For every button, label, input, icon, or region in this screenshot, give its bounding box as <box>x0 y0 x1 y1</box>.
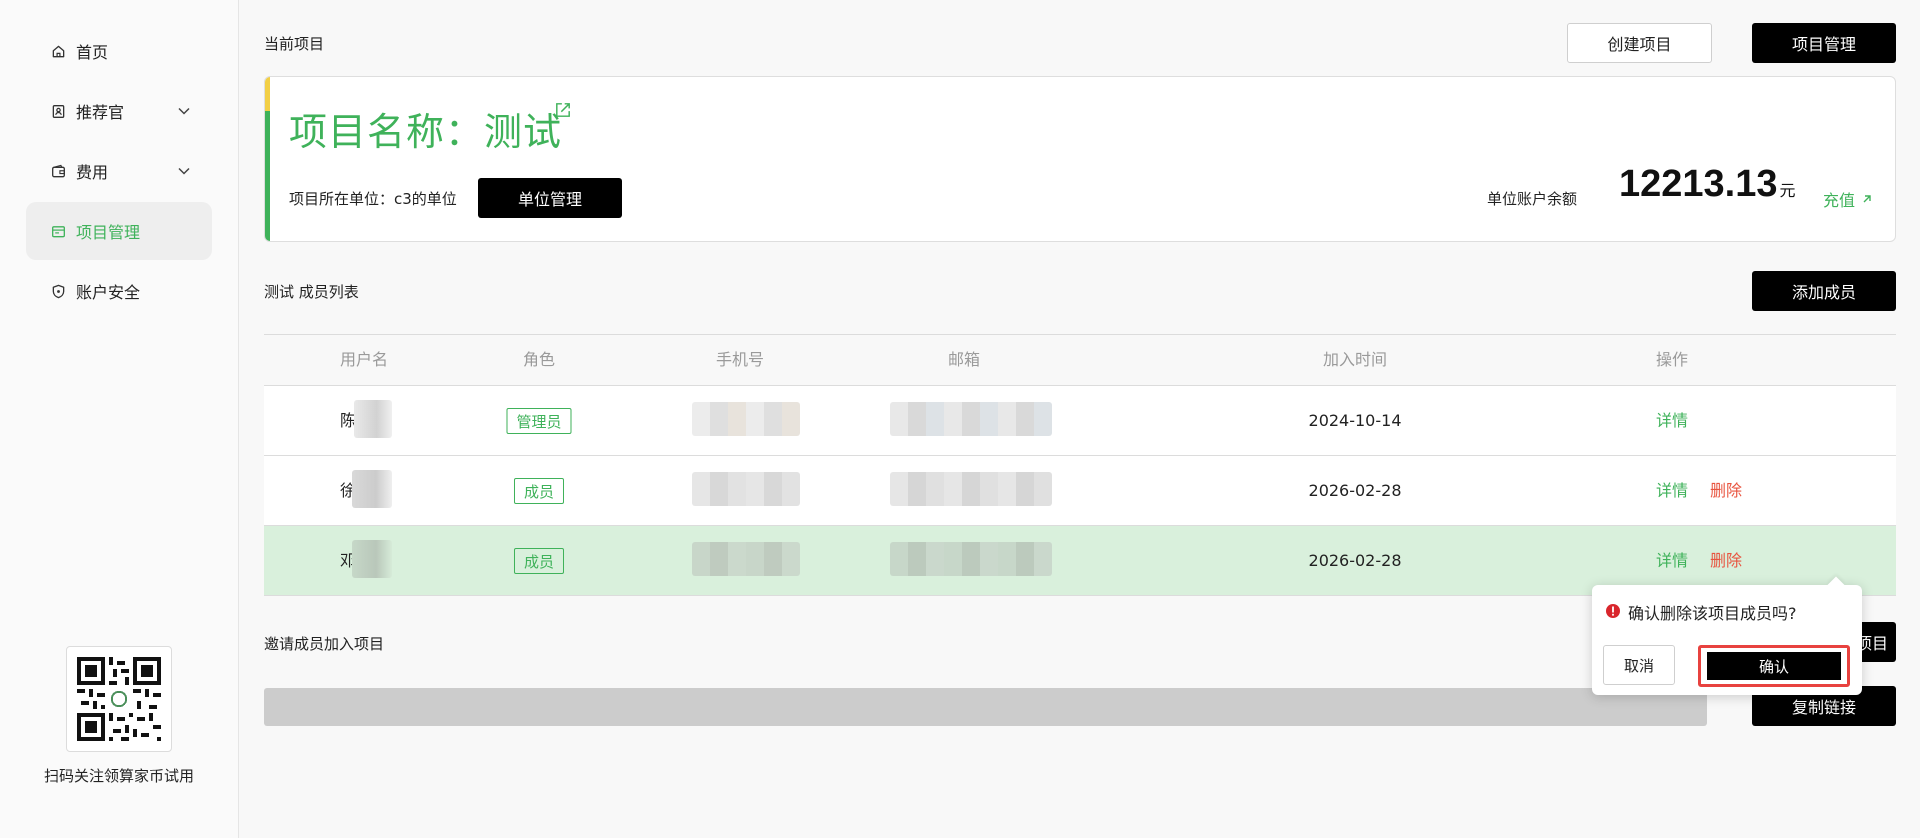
project-title: 项目名称：测试 <box>289 110 563 154</box>
recharge-label: 充值 <box>1823 191 1856 210</box>
blurred-phone <box>692 542 800 576</box>
add-member-button[interactable]: 添加成员 <box>1752 271 1896 311</box>
role-tag: 管理员 <box>506 408 572 434</box>
blurred-email <box>890 472 1052 506</box>
joined-date: 2026-02-28 <box>1308 481 1402 500</box>
table-header: 用户名 角色 手机号 邮箱 加入时间 操作 <box>264 334 1896 386</box>
detail-link[interactable]: 详情 <box>1656 456 1688 525</box>
qr-code <box>66 646 172 752</box>
members-table: 用户名 角色 手机号 邮箱 加入时间 操作 陈 管理员 2024-10-14 详… <box>264 334 1896 596</box>
blurred-email <box>890 402 1052 436</box>
unit-manage-button[interactable]: 单位管理 <box>478 178 622 218</box>
blurred-username <box>354 400 392 438</box>
sidebar-item-label: 账户安全 <box>76 283 141 302</box>
col-username: 用户名 <box>339 350 389 369</box>
delete-confirm-popover: 确认删除该项目成员吗? 取消 确认 <box>1592 576 1862 695</box>
chevron-down-icon <box>178 107 190 115</box>
sidebar-item-account-security[interactable]: 账户安全 <box>26 262 212 320</box>
popover-message: 确认删除该项目成员吗? <box>1628 604 1797 623</box>
invite-title: 邀请成员加入项目 <box>264 635 385 653</box>
sidebar-item-recommender[interactable]: 推荐官 <box>26 82 212 140</box>
balance-label: 单位账户余额 <box>1487 190 1578 208</box>
sidebar: 首页 推荐官 费用 项目管理 账户安全 扫码关注领算家币试用 <box>0 0 239 838</box>
wallet-icon <box>48 161 68 181</box>
balance-value: 12213.13 元 <box>1619 163 1796 206</box>
sidebar-item-home[interactable]: 首页 <box>26 22 212 80</box>
create-project-button[interactable]: 创建项目 <box>1567 23 1712 63</box>
card-accent-yellow <box>265 77 270 111</box>
confirm-button-highlight: 确认 <box>1698 645 1850 687</box>
arrow-up-right-icon <box>1863 195 1871 203</box>
col-email: 邮箱 <box>947 350 981 369</box>
sidebar-item-project-management[interactable]: 项目管理 <box>26 202 212 260</box>
project-manage-button[interactable]: 项目管理 <box>1752 23 1896 63</box>
sidebar-item-label: 推荐官 <box>76 103 125 122</box>
card-accent-green <box>265 111 270 241</box>
table-row: 徐 成员 2026-02-28 详情 删除 <box>264 456 1896 526</box>
balance-unit: 元 <box>1779 181 1796 200</box>
blurred-username <box>352 540 392 578</box>
blurred-email <box>890 542 1052 576</box>
sidebar-item-fees[interactable]: 费用 <box>26 142 212 200</box>
sidebar-item-label: 费用 <box>76 163 109 182</box>
role-tag: 成员 <box>513 548 565 574</box>
role-tag: 成员 <box>513 478 565 504</box>
confirm-button[interactable]: 确认 <box>1707 652 1841 680</box>
invite-link-field[interactable] <box>264 688 1707 726</box>
badge-icon <box>48 101 68 121</box>
folder-icon <box>48 221 68 241</box>
table-row: 陈 管理员 2024-10-14 详情 <box>264 386 1896 456</box>
detail-link[interactable]: 详情 <box>1656 386 1688 455</box>
blurred-phone <box>692 472 800 506</box>
sidebar-item-label: 首页 <box>76 43 109 62</box>
home-icon <box>48 41 68 61</box>
edit-icon[interactable] <box>554 101 572 119</box>
member-list-title: 测试 成员列表 <box>264 283 359 301</box>
warning-icon <box>1606 604 1620 618</box>
col-actions: 操作 <box>1655 350 1689 369</box>
qr-caption: 扫码关注领算家币试用 <box>43 767 194 785</box>
sidebar-item-label: 项目管理 <box>76 223 141 242</box>
project-unit-label: 项目所在单位：c3的单位 <box>289 190 457 208</box>
blurred-username <box>352 470 392 508</box>
joined-date: 2024-10-14 <box>1308 411 1402 430</box>
balance-amount: 12213.13 <box>1619 163 1778 205</box>
chevron-down-icon <box>178 167 190 175</box>
joined-date: 2026-02-28 <box>1308 551 1402 570</box>
delete-link[interactable]: 删除 <box>1710 456 1742 525</box>
col-phone: 手机号 <box>715 350 765 369</box>
recharge-link[interactable]: 充值 <box>1823 187 1873 211</box>
shield-icon <box>48 281 68 301</box>
current-project-label: 当前项目 <box>264 35 325 53</box>
project-card: 项目名称：测试 项目所在单位：c3的单位 单位管理 单位账户余额 12213.1… <box>264 76 1896 242</box>
col-joined: 加入时间 <box>1322 350 1388 369</box>
col-role: 角色 <box>522 350 556 369</box>
blurred-phone <box>692 402 800 436</box>
cancel-button[interactable]: 取消 <box>1603 645 1675 685</box>
